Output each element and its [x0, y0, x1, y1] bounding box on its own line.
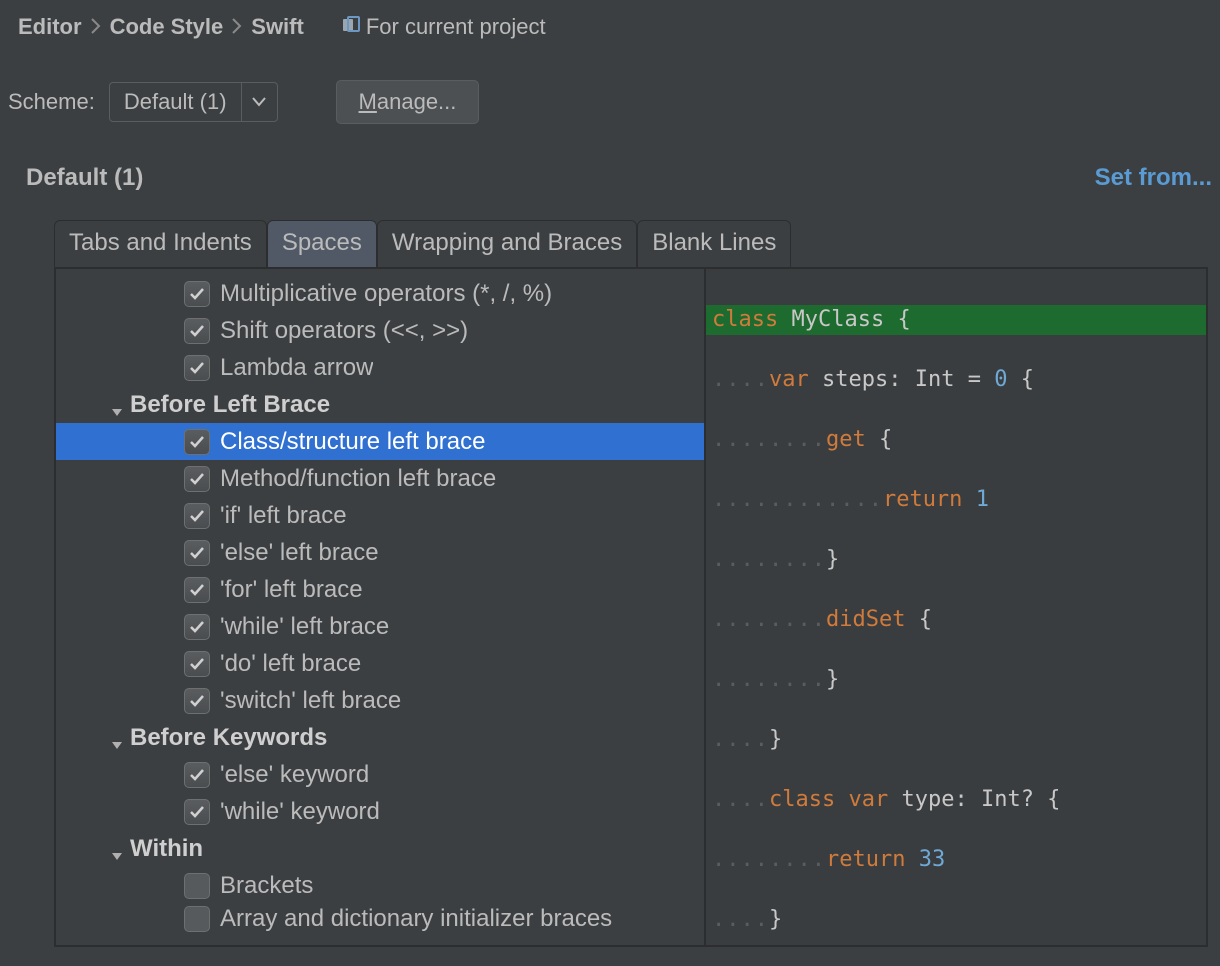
- checkbox[interactable]: [184, 762, 210, 788]
- checkbox[interactable]: [184, 614, 210, 640]
- set-from-link[interactable]: Set from...: [1095, 164, 1212, 192]
- tree-item-label: Array and dictionary initializer braces: [220, 905, 612, 933]
- code-line: ........}: [706, 545, 1206, 575]
- tree-item-label: 'while' left brace: [220, 613, 389, 641]
- tab-blank-lines[interactable]: Blank Lines: [637, 220, 791, 267]
- chevron-right-icon: [90, 14, 102, 40]
- checkbox[interactable]: [184, 281, 210, 307]
- checkbox[interactable]: [184, 355, 210, 381]
- scheme-dropdown[interactable]: Default (1): [109, 82, 278, 122]
- tree-item-brackets[interactable]: Brackets: [56, 867, 704, 904]
- tree-item-label: 'else' keyword: [220, 761, 369, 789]
- code-line: ........}: [706, 665, 1206, 695]
- checkbox[interactable]: [184, 799, 210, 825]
- tree-item-label: Lambda arrow: [220, 354, 373, 382]
- scope-label: For current project: [366, 14, 546, 40]
- triangle-down-icon: [110, 731, 124, 745]
- checkbox[interactable]: [184, 466, 210, 492]
- tree-item-label: Method/function left brace: [220, 465, 496, 493]
- tree-item-for-brace[interactable]: 'for' left brace: [56, 571, 704, 608]
- tree-item-while-keyword[interactable]: 'while' keyword: [56, 793, 704, 830]
- code-line: ....}: [706, 905, 1206, 935]
- code-line: ....class var type: Int? {: [706, 785, 1206, 815]
- code-line: class MyClass {: [706, 305, 1206, 335]
- tree-cat-label: Before Left Brace: [130, 391, 330, 419]
- checkbox[interactable]: [184, 906, 210, 932]
- project-scope-icon: [342, 14, 360, 40]
- tree-item-while-brace[interactable]: 'while' left brace: [56, 608, 704, 645]
- tree-item-if-brace[interactable]: 'if' left brace: [56, 497, 704, 534]
- checkbox[interactable]: [184, 873, 210, 899]
- tree-item-method-brace[interactable]: Method/function left brace: [56, 460, 704, 497]
- tree-item-do-brace[interactable]: 'do' left brace: [56, 645, 704, 682]
- tree-item-label: Shift operators (<<, >>): [220, 317, 468, 345]
- checkbox[interactable]: [184, 429, 210, 455]
- manage-button[interactable]: Manage...: [336, 80, 480, 124]
- tree-item-label: 'do' left brace: [220, 650, 361, 678]
- tree-item-label: Multiplicative operators (*, /, %): [220, 280, 552, 308]
- scope-badge: For current project: [342, 14, 546, 40]
- triangle-down-icon: [110, 398, 124, 412]
- breadcrumb: Editor Code Style Swift For current proj…: [8, 14, 1212, 40]
- tree-item-array-dict-braces[interactable]: Array and dictionary initializer braces: [56, 904, 704, 934]
- scheme-value: Default (1): [110, 89, 241, 115]
- scheme-title: Default (1): [26, 164, 143, 192]
- breadcrumb-swift: Swift: [251, 14, 304, 40]
- tree-cat-label: Before Keywords: [130, 724, 327, 752]
- spaces-tree[interactable]: Multiplicative operators (*, /, %) Shift…: [56, 269, 706, 945]
- tree-cat-label: Within: [130, 835, 203, 863]
- chevron-down-icon: [241, 83, 277, 121]
- breadcrumb-editor[interactable]: Editor: [18, 14, 82, 40]
- code-line: ............return 1: [706, 485, 1206, 515]
- chevron-right-icon: [231, 14, 243, 40]
- checkbox[interactable]: [184, 503, 210, 529]
- checkbox[interactable]: [184, 318, 210, 344]
- checkbox[interactable]: [184, 688, 210, 714]
- tree-item-else-keyword[interactable]: 'else' keyword: [56, 756, 704, 793]
- tree-item-switch-brace[interactable]: 'switch' left brace: [56, 682, 704, 719]
- checkbox[interactable]: [184, 577, 210, 603]
- tree-item-else-brace[interactable]: 'else' left brace: [56, 534, 704, 571]
- checkbox[interactable]: [184, 651, 210, 677]
- tabs: Tabs and Indents Spaces Wrapping and Bra…: [54, 220, 1212, 267]
- code-line: ....var steps: Int = 0 {: [706, 365, 1206, 395]
- tree-item-label: 'while' keyword: [220, 798, 380, 826]
- triangle-down-icon: [110, 842, 124, 856]
- tree-cat-before-keywords[interactable]: Before Keywords: [56, 719, 704, 756]
- tree-item-lambda-arrow[interactable]: Lambda arrow: [56, 349, 704, 386]
- code-preview: class MyClass { ....var steps: Int = 0 {…: [706, 269, 1206, 945]
- code-line: ........didSet {: [706, 605, 1206, 635]
- tree-cat-within[interactable]: Within: [56, 830, 704, 867]
- scheme-label: Scheme:: [8, 89, 95, 115]
- code-line: ........get {: [706, 425, 1206, 455]
- tree-item-label: 'else' left brace: [220, 539, 379, 567]
- tree-item-shift-operators[interactable]: Shift operators (<<, >>): [56, 312, 704, 349]
- tab-spaces[interactable]: Spaces: [267, 220, 377, 267]
- tree-item-mult-operators[interactable]: Multiplicative operators (*, /, %): [56, 275, 704, 312]
- tree-cat-before-left-brace[interactable]: Before Left Brace: [56, 386, 704, 423]
- tree-item-label: 'if' left brace: [220, 502, 347, 530]
- breadcrumb-codestyle[interactable]: Code Style: [110, 14, 224, 40]
- code-line: ........return 33: [706, 845, 1206, 875]
- checkbox[interactable]: [184, 540, 210, 566]
- tree-item-label: Brackets: [220, 872, 313, 900]
- tree-item-label: Class/structure left brace: [220, 428, 485, 456]
- tab-tabs-indents[interactable]: Tabs and Indents: [54, 220, 267, 267]
- tree-item-label: 'for' left brace: [220, 576, 363, 604]
- tab-wrapping[interactable]: Wrapping and Braces: [377, 220, 637, 267]
- code-line: ....}: [706, 725, 1206, 755]
- tree-item-class-structure-brace[interactable]: Class/structure left brace: [56, 423, 704, 460]
- tree-item-label: 'switch' left brace: [220, 687, 401, 715]
